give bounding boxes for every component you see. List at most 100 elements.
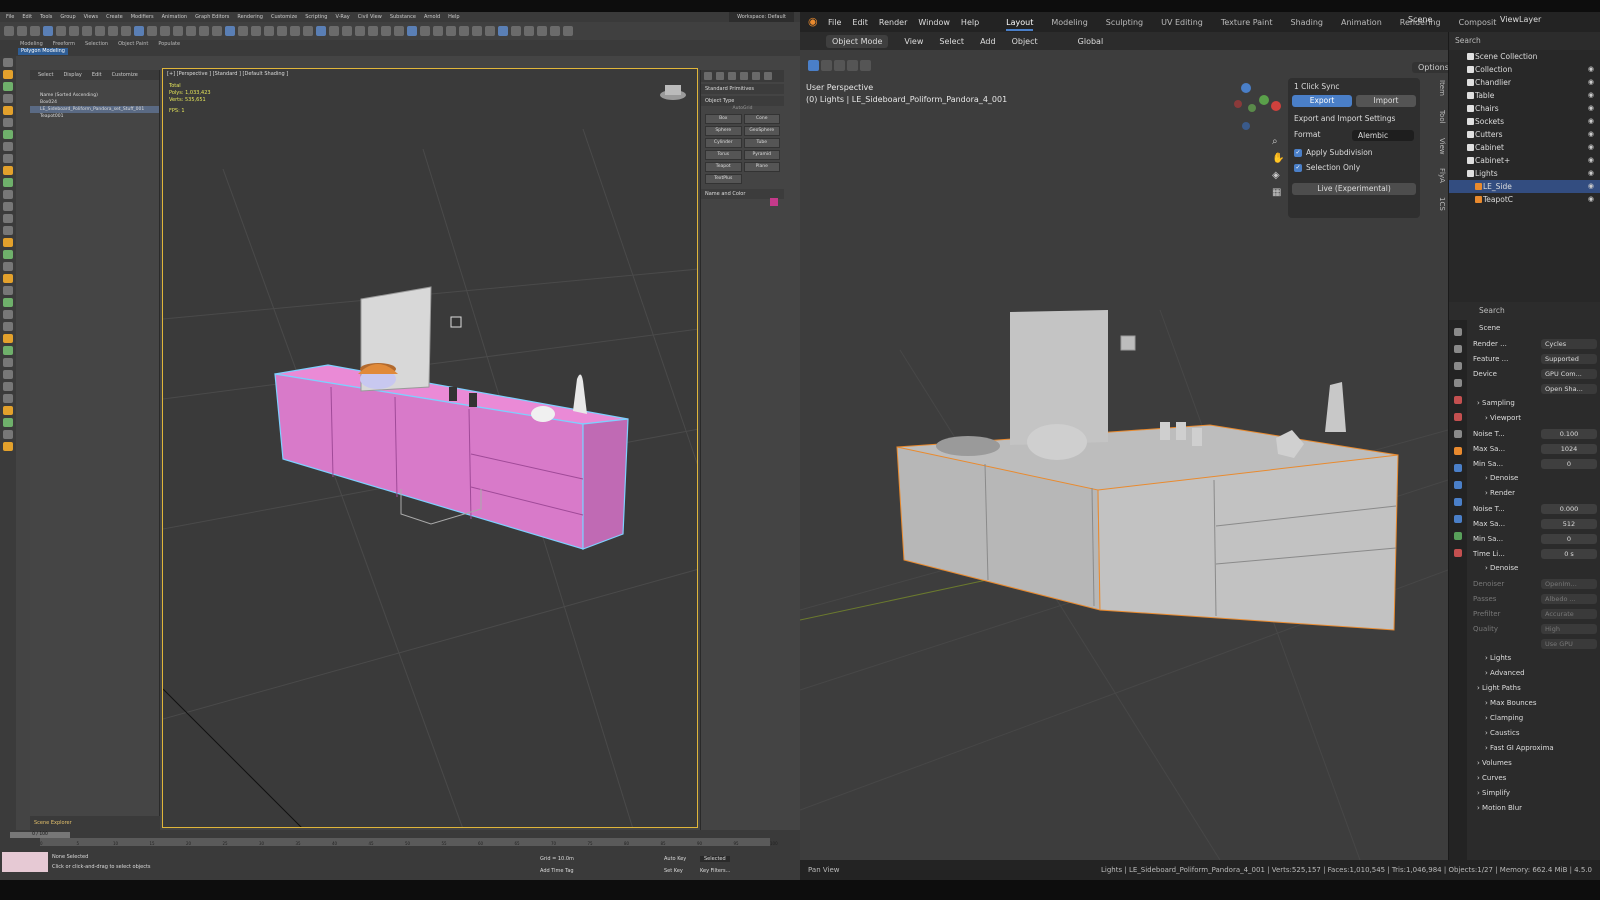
- toolbar-button-icon[interactable]: [316, 26, 326, 36]
- visibility-eye-icon[interactable]: ◉: [1588, 193, 1594, 206]
- panel-header[interactable]: › Curves: [1469, 771, 1600, 786]
- key-selection-dropdown[interactable]: Selected: [700, 856, 730, 862]
- property-value[interactable]: 0: [1541, 458, 1597, 469]
- toolbar-button-icon[interactable]: [329, 26, 339, 36]
- toolbar-button-icon[interactable]: [472, 26, 482, 36]
- blender-3d-viewport[interactable]: Object Mode View Select Add Object Globa…: [800, 32, 1455, 860]
- max-menu-item[interactable]: Civil View: [358, 12, 382, 22]
- max-menu-item[interactable]: Scripting: [305, 12, 327, 22]
- panel-header[interactable]: › Denoise: [1469, 561, 1600, 576]
- world-tab-icon[interactable]: [1454, 413, 1462, 421]
- visibility-eye-icon[interactable]: ◉: [1588, 128, 1594, 141]
- physics-tab-icon[interactable]: [1454, 498, 1462, 506]
- toolbar-button-icon[interactable]: [82, 26, 92, 36]
- workspace-tab[interactable]: UV Editing: [1161, 18, 1203, 27]
- outliner-row[interactable]: Chairs ◉: [1449, 102, 1600, 115]
- outliner-row[interactable]: Cabinet ◉: [1449, 141, 1600, 154]
- tool-icon[interactable]: [3, 370, 13, 379]
- tool-icon[interactable]: [3, 358, 13, 367]
- toolbar-button-icon[interactable]: [212, 26, 222, 36]
- tool-icon[interactable]: [3, 70, 13, 79]
- ribbon-tab[interactable]: Selection: [85, 40, 108, 56]
- explorer-row[interactable]: LE_Sideboard_Poliform_Pandora_set_Stuff_…: [30, 106, 159, 113]
- property-row[interactable]: Denoiser OpenIm...: [1469, 576, 1600, 591]
- tool-icon[interactable]: [3, 118, 13, 127]
- scene-tab-icon[interactable]: [1454, 396, 1462, 404]
- explorer-tab[interactable]: Customize: [112, 72, 138, 78]
- max-menu-item[interactable]: V-Ray: [335, 12, 349, 22]
- property-row[interactable]: Use GPU: [1469, 636, 1600, 651]
- select-menu[interactable]: Select: [939, 37, 964, 46]
- tool-icon[interactable]: [3, 130, 13, 139]
- sidebar-tab[interactable]: View: [1432, 138, 1446, 155]
- object-type-button[interactable]: Plane: [743, 162, 780, 172]
- outliner-row[interactable]: Table ◉: [1449, 89, 1600, 102]
- format-dropdown[interactable]: Alembic: [1352, 130, 1414, 141]
- tool-icon[interactable]: [3, 298, 13, 307]
- explorer-tab[interactable]: Edit: [92, 72, 102, 78]
- max-menu-item[interactable]: Create: [106, 12, 123, 22]
- property-row[interactable]: Min Sa... 0: [1469, 531, 1600, 546]
- object-type-button[interactable]: GeoSphere: [743, 126, 780, 136]
- view-layer-tab-icon[interactable]: [1454, 379, 1462, 387]
- object-tab-icon[interactable]: [1454, 447, 1462, 455]
- panel-header[interactable]: › Advanced: [1469, 666, 1600, 681]
- property-value[interactable]: Cycles: [1541, 338, 1597, 349]
- toolbar-button-icon[interactable]: [303, 26, 313, 36]
- toolbar-button-icon[interactable]: [446, 26, 456, 36]
- tool-icon[interactable]: [3, 430, 13, 439]
- toolbar-button-icon[interactable]: [550, 26, 560, 36]
- max-menu-item[interactable]: Graph Editors: [195, 12, 229, 22]
- panel-header[interactable]: › Fast GI Approxima: [1469, 741, 1600, 756]
- panel-header[interactable]: › Denoise: [1469, 471, 1600, 486]
- selection-only-checkbox[interactable]: ✓ Selection Only: [1288, 160, 1420, 175]
- object-type-button[interactable]: TextPlus: [705, 174, 742, 184]
- max-menu-item[interactable]: Modifiers: [131, 12, 154, 22]
- panel-header[interactable]: › Sampling: [1469, 396, 1600, 411]
- max-workspace-dropdown[interactable]: Workspace: Default: [729, 12, 794, 22]
- property-row[interactable]: Prefilter Accurate: [1469, 606, 1600, 621]
- blender-menu-item[interactable]: Edit: [852, 18, 868, 27]
- object-mode-dropdown[interactable]: Object Mode: [826, 34, 889, 48]
- add-menu[interactable]: Add: [980, 37, 996, 46]
- collection-tab-icon[interactable]: [1454, 430, 1462, 438]
- max-menu-item[interactable]: Rendering: [237, 12, 263, 22]
- toolbar-button-icon[interactable]: [225, 26, 235, 36]
- workspace-tab[interactable]: Layout: [1006, 17, 1034, 31]
- blender-menu-item[interactable]: Help: [961, 18, 979, 27]
- render-tab-icon[interactable]: [1454, 345, 1462, 353]
- max-menu-item[interactable]: File: [6, 12, 14, 22]
- property-value[interactable]: GPU Com...: [1541, 368, 1597, 379]
- sync-title[interactable]: 1 Click Sync: [1288, 78, 1420, 95]
- object-type-button[interactable]: Tube: [743, 138, 780, 148]
- toolbar-button-icon[interactable]: [277, 26, 287, 36]
- tool-icon[interactable]: [3, 274, 13, 283]
- explorer-row[interactable]: Name (Sorted Ascending): [30, 92, 159, 99]
- import-button[interactable]: Import: [1356, 95, 1416, 107]
- property-row[interactable]: Open Sha...: [1469, 381, 1600, 396]
- workspace-tab[interactable]: Modeling: [1051, 18, 1087, 27]
- toolbar-button-icon[interactable]: [238, 26, 248, 36]
- toolbar-button-icon[interactable]: [251, 26, 261, 36]
- outliner-row[interactable]: Scene Collection: [1449, 50, 1600, 63]
- tool-icon[interactable]: [3, 322, 13, 331]
- visibility-eye-icon[interactable]: ◉: [1588, 115, 1594, 128]
- max-ribbon-sub[interactable]: Polygon Modeling: [18, 48, 68, 55]
- toolbar-button-icon[interactable]: [498, 26, 508, 36]
- visibility-eye-icon[interactable]: ◉: [1588, 154, 1594, 167]
- tool-icon[interactable]: [3, 178, 13, 187]
- tool-icon[interactable]: [3, 394, 13, 403]
- toolbar-button-icon[interactable]: [56, 26, 66, 36]
- tool-icon[interactable]: [3, 214, 13, 223]
- viewlayer-selector[interactable]: ViewLayer: [1500, 15, 1541, 24]
- max-timeline[interactable]: 0 / 100 0 5 10 15 20 25 30 35 40 45 50 55 60 65 70 75 80…: [0, 830, 800, 850]
- explorer-row[interactable]: Teapot001: [30, 113, 159, 120]
- property-row[interactable]: Time Li... 0 s: [1469, 546, 1600, 561]
- panel-header[interactable]: › Caustics: [1469, 726, 1600, 741]
- tool-icon[interactable]: [3, 94, 13, 103]
- max-perspective-viewport[interactable]: [+] [Perspective ] [Standard ] [Default …: [162, 68, 698, 828]
- outliner-row[interactable]: Sockets ◉: [1449, 115, 1600, 128]
- modifier-tab-icon[interactable]: [1454, 464, 1462, 472]
- max-menu-item[interactable]: Arnold: [424, 12, 440, 22]
- visibility-eye-icon[interactable]: ◉: [1588, 89, 1594, 102]
